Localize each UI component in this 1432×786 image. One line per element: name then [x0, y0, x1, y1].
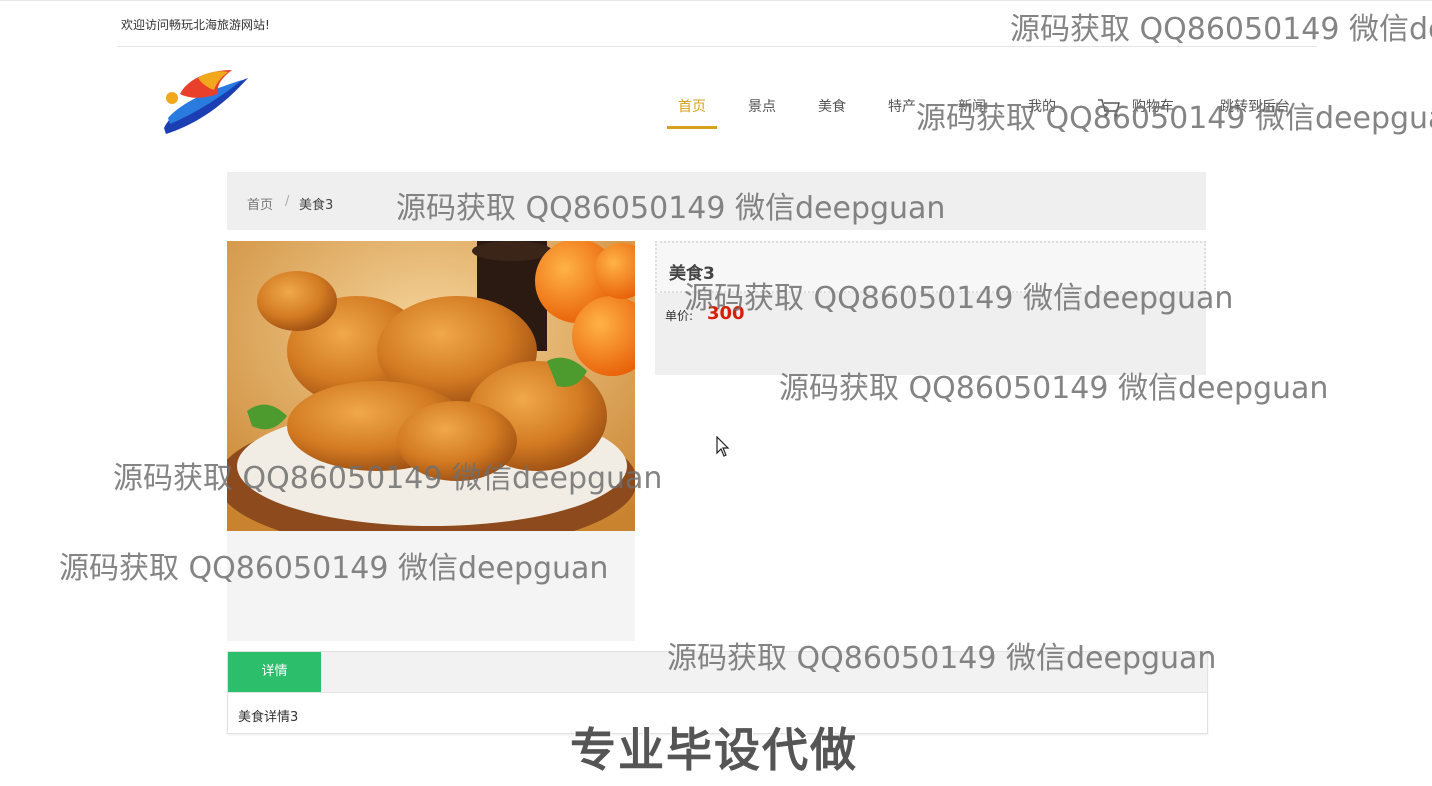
fried-chicken-image	[227, 241, 635, 531]
mouse-cursor-icon	[716, 436, 730, 457]
nav-item-food[interactable]: 美食	[807, 90, 857, 126]
top-bar: 欢迎访问畅玩北海旅游网站!	[0, 0, 1432, 47]
nav-item-attractions[interactable]: 景点	[737, 90, 787, 126]
breadcrumb-home[interactable]: 首页	[247, 194, 273, 213]
nav-item-mine[interactable]: 我的	[1017, 90, 1067, 126]
header-divider	[117, 46, 1317, 47]
nav-item-news[interactable]: 新闻	[947, 90, 997, 126]
welcome-text: 欢迎访问畅玩北海旅游网站!	[121, 18, 270, 32]
breadcrumb-separator: /	[285, 194, 290, 209]
promo-banner-text: 专业毕设代做	[570, 723, 858, 777]
product-name: 美食3	[669, 264, 715, 284]
price-value: 300	[707, 303, 745, 324]
cart-icon[interactable]	[1097, 98, 1121, 118]
site-logo[interactable]	[158, 64, 250, 136]
breadcrumb-current: 美食3	[299, 198, 334, 213]
nav-item-specialties[interactable]: 特产	[877, 90, 927, 126]
breadcrumb: 首页 / 美食3	[227, 172, 1206, 230]
tab-details[interactable]: 详情	[228, 652, 321, 692]
details-tab-bar: 详情	[228, 652, 1207, 693]
details-content: 美食详情3	[238, 710, 299, 725]
product-info-panel: 美食3 单价: 300	[655, 241, 1206, 375]
nav-item-home[interactable]: 首页	[667, 90, 717, 129]
price-label: 单价:	[665, 309, 694, 323]
nav-item-cart[interactable]: 购物车	[1125, 90, 1181, 126]
nav-item-admin[interactable]: 跳转到后台	[1215, 90, 1295, 126]
product-title-box: 美食3	[655, 241, 1206, 293]
product-image-panel	[227, 241, 635, 641]
